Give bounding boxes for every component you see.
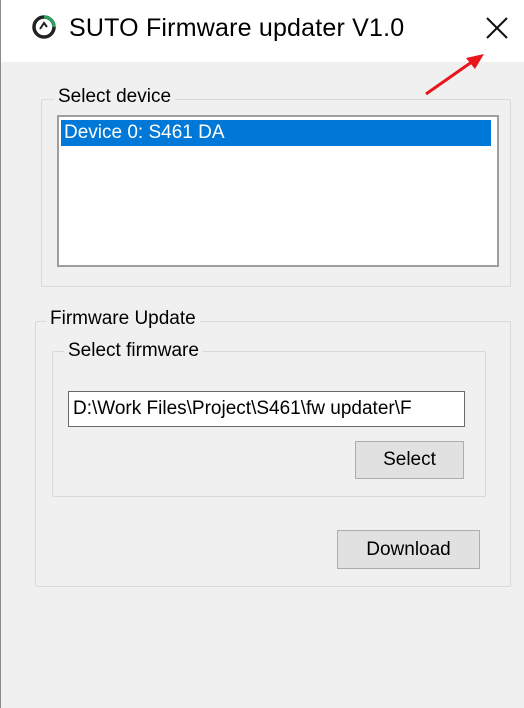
select-device-legend: Select device [54,86,176,108]
red-arrow-icon [425,54,484,96]
firmware-path-field[interactable] [68,391,465,427]
window-title: SUTO Firmware updater V1.0 [69,14,405,42]
select-button[interactable]: Select [355,441,464,479]
select-firmware-legend: Select firmware [64,340,203,362]
device-list[interactable]: Device 0: S461 DA [57,115,499,267]
list-item[interactable]: Device 0: S461 DA [61,120,491,146]
app-logo-icon [32,15,56,39]
close-icon[interactable] [477,10,517,46]
firmware-update-legend: Firmware Update [46,308,200,330]
window-border [0,0,1,708]
app-window: SUTO Firmware updater V1.0 Select device… [0,0,524,708]
download-button[interactable]: Download [337,530,480,569]
